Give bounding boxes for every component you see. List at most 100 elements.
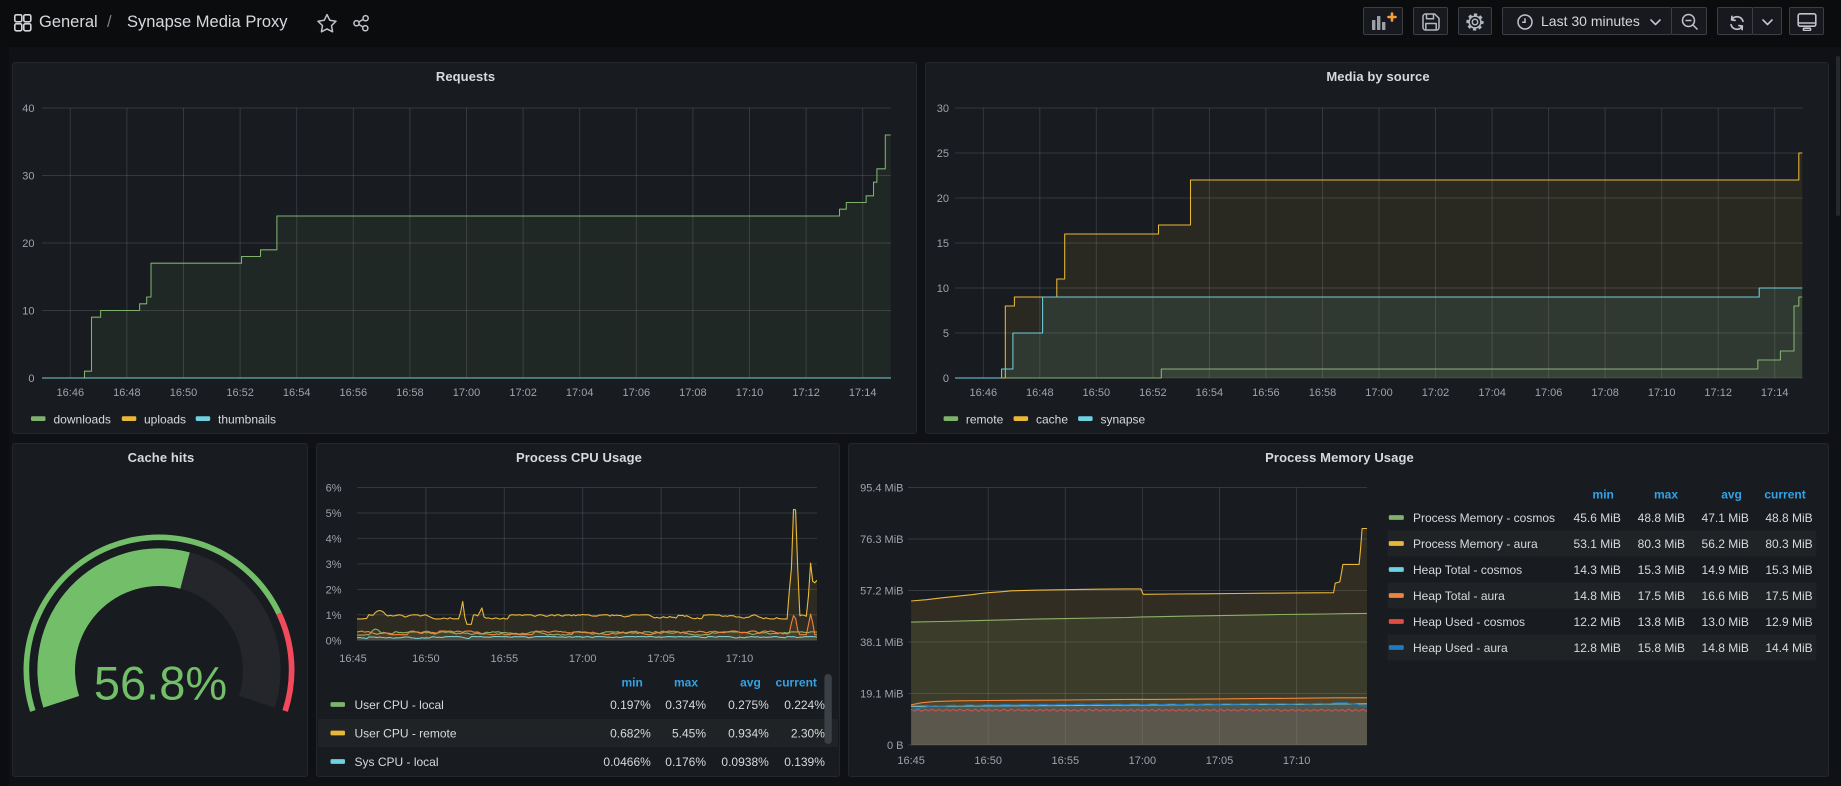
- svg-text:0: 0: [943, 373, 949, 385]
- svg-text:0.176%: 0.176%: [665, 755, 706, 769]
- svg-text:0.275%: 0.275%: [728, 698, 769, 712]
- svg-text:17.5 MiB: 17.5 MiB: [1765, 589, 1812, 603]
- svg-text:min: min: [1593, 488, 1614, 502]
- svg-text:16:48: 16:48: [113, 387, 141, 399]
- svg-text:remote: remote: [966, 412, 1004, 426]
- svg-text:80.3 MiB: 80.3 MiB: [1765, 537, 1812, 551]
- svg-text:16:54: 16:54: [283, 387, 311, 399]
- svg-text:max: max: [1654, 488, 1678, 502]
- svg-text:16:56: 16:56: [1252, 387, 1280, 399]
- svg-text:6%: 6%: [326, 483, 342, 495]
- svg-text:Heap Used - cosmos: Heap Used - cosmos: [1413, 615, 1525, 629]
- svg-text:16:50: 16:50: [412, 653, 440, 665]
- svg-text:4%: 4%: [326, 533, 342, 545]
- svg-text:12.8 MiB: 12.8 MiB: [1574, 641, 1621, 655]
- svg-text:48.8 MiB: 48.8 MiB: [1638, 511, 1685, 525]
- svg-text:17:00: 17:00: [453, 387, 481, 399]
- svg-text:2.30%: 2.30%: [791, 727, 825, 741]
- svg-text:17:10: 17:10: [1283, 755, 1311, 767]
- svg-text:0: 0: [28, 373, 34, 385]
- svg-text:5%: 5%: [326, 508, 342, 520]
- svg-text:16:58: 16:58: [1309, 387, 1337, 399]
- svg-text:30: 30: [22, 171, 34, 183]
- svg-text:17:02: 17:02: [509, 387, 537, 399]
- svg-text:Process Memory - cosmos: Process Memory - cosmos: [1413, 511, 1555, 525]
- svg-text:16:45: 16:45: [339, 653, 367, 665]
- svg-text:0%: 0%: [326, 635, 342, 647]
- svg-text:0.139%: 0.139%: [784, 755, 825, 769]
- svg-text:Process Memory - aura: Process Memory - aura: [1413, 537, 1538, 551]
- svg-text:17:00: 17:00: [1365, 387, 1393, 399]
- svg-text:User CPU - local: User CPU - local: [355, 698, 444, 712]
- svg-text:25: 25: [937, 148, 949, 160]
- svg-text:0.197%: 0.197%: [610, 698, 651, 712]
- svg-text:0.682%: 0.682%: [610, 727, 651, 741]
- svg-text:40: 40: [22, 103, 34, 115]
- svg-text:56.8%: 56.8%: [94, 657, 227, 710]
- svg-text:Heap Total - aura: Heap Total - aura: [1413, 589, 1505, 603]
- svg-text:12.9 MiB: 12.9 MiB: [1765, 615, 1812, 629]
- svg-text:current: current: [1764, 488, 1805, 502]
- svg-text:15.3 MiB: 15.3 MiB: [1638, 563, 1685, 577]
- svg-text:17:10: 17:10: [736, 387, 764, 399]
- svg-text:0.0466%: 0.0466%: [603, 755, 651, 769]
- svg-text:80.3 MiB: 80.3 MiB: [1638, 537, 1685, 551]
- svg-text:thumbnails: thumbnails: [218, 412, 276, 426]
- svg-text:16:50: 16:50: [170, 387, 198, 399]
- svg-text:16:52: 16:52: [226, 387, 254, 399]
- svg-text:17:06: 17:06: [623, 387, 651, 399]
- svg-text:17:14: 17:14: [1761, 387, 1789, 399]
- svg-text:14.8 MiB: 14.8 MiB: [1574, 589, 1621, 603]
- svg-text:16:50: 16:50: [974, 755, 1002, 767]
- svg-text:20: 20: [937, 193, 949, 205]
- svg-text:0 B: 0 B: [887, 740, 904, 752]
- svg-text:16:45: 16:45: [897, 755, 925, 767]
- svg-text:17:00: 17:00: [569, 653, 597, 665]
- svg-text:16:56: 16:56: [340, 387, 368, 399]
- svg-text:cache: cache: [1036, 412, 1068, 426]
- svg-text:17:12: 17:12: [1704, 387, 1732, 399]
- svg-text:0.934%: 0.934%: [728, 727, 769, 741]
- svg-text:16.6 MiB: 16.6 MiB: [1702, 589, 1749, 603]
- svg-text:13.0 MiB: 13.0 MiB: [1702, 615, 1749, 629]
- svg-text:14.9 MiB: 14.9 MiB: [1702, 563, 1749, 577]
- svg-text:Heap Total - cosmos: Heap Total - cosmos: [1413, 563, 1522, 577]
- svg-text:16:48: 16:48: [1026, 387, 1054, 399]
- svg-text:17:06: 17:06: [1535, 387, 1563, 399]
- svg-text:20: 20: [22, 238, 34, 250]
- svg-text:Heap Used - aura: Heap Used - aura: [1413, 641, 1508, 655]
- svg-text:17:04: 17:04: [566, 387, 594, 399]
- svg-text:30: 30: [937, 103, 949, 115]
- svg-text:47.1 MiB: 47.1 MiB: [1702, 511, 1749, 525]
- svg-text:10: 10: [22, 306, 34, 318]
- svg-text:uploads: uploads: [144, 412, 186, 426]
- svg-text:3%: 3%: [326, 559, 342, 571]
- svg-text:avg: avg: [1721, 488, 1742, 502]
- svg-text:14.3 MiB: 14.3 MiB: [1574, 563, 1621, 577]
- svg-text:17:04: 17:04: [1478, 387, 1506, 399]
- svg-text:95.4 MiB: 95.4 MiB: [860, 483, 903, 495]
- svg-text:0.374%: 0.374%: [665, 698, 706, 712]
- svg-text:57.2 MiB: 57.2 MiB: [860, 586, 903, 598]
- svg-text:16:55: 16:55: [1052, 755, 1080, 767]
- svg-text:10: 10: [937, 283, 949, 295]
- svg-text:17:12: 17:12: [792, 387, 820, 399]
- svg-text:16:58: 16:58: [396, 387, 424, 399]
- svg-text:5.45%: 5.45%: [672, 727, 706, 741]
- svg-text:16:50: 16:50: [1083, 387, 1111, 399]
- svg-text:45.6 MiB: 45.6 MiB: [1574, 511, 1621, 525]
- svg-text:User CPU - remote: User CPU - remote: [355, 727, 457, 741]
- svg-text:synapse: synapse: [1101, 412, 1146, 426]
- svg-text:17:00: 17:00: [1129, 755, 1157, 767]
- svg-text:17:10: 17:10: [1648, 387, 1676, 399]
- svg-text:17:14: 17:14: [849, 387, 877, 399]
- svg-text:38.1 MiB: 38.1 MiB: [860, 637, 903, 649]
- svg-text:current: current: [776, 676, 817, 690]
- svg-text:16:46: 16:46: [57, 387, 85, 399]
- svg-text:14.8 MiB: 14.8 MiB: [1702, 641, 1749, 655]
- svg-text:avg: avg: [740, 676, 761, 690]
- svg-text:min: min: [621, 676, 642, 690]
- svg-text:Sys CPU - local: Sys CPU - local: [355, 755, 439, 769]
- svg-text:max: max: [674, 676, 698, 690]
- svg-text:0.224%: 0.224%: [784, 698, 825, 712]
